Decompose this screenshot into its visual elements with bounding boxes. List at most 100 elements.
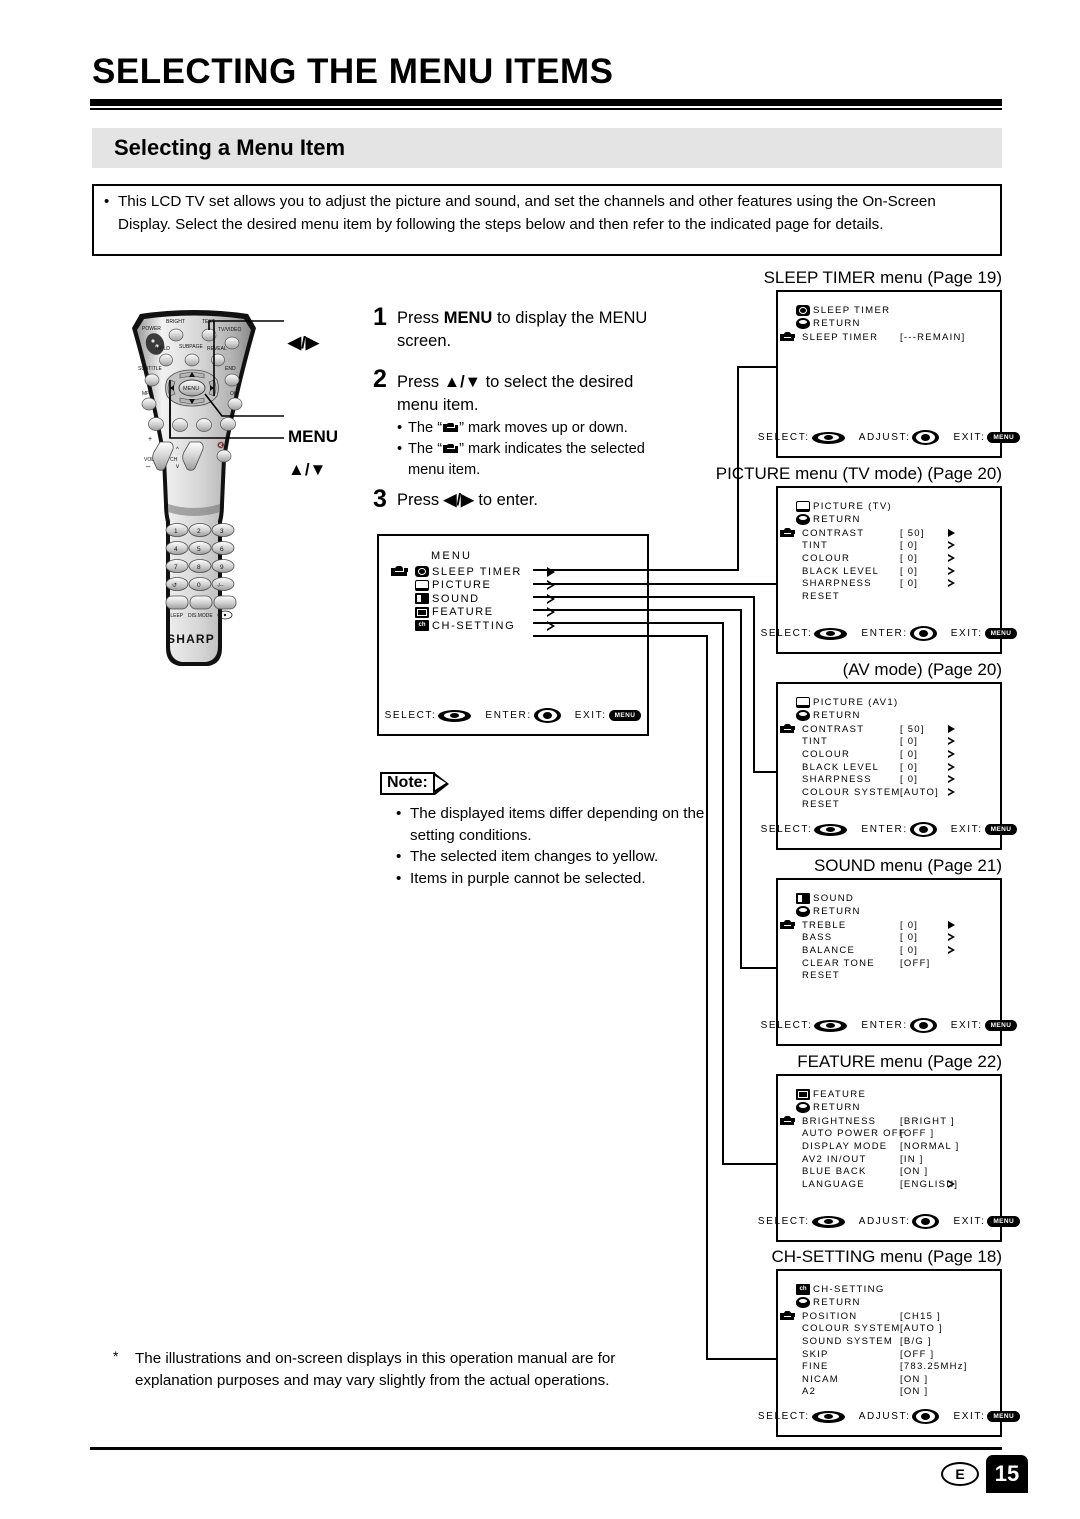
connector-feature-h1 [533,622,724,625]
menu-key-pill: MENU [608,710,642,721]
power-label: POWER [142,326,161,332]
osd-row-value: [ 0] [900,565,919,577]
exit-hint: EXIT: MENU [953,1411,1021,1422]
osd-title: PICTURE (AV1) [813,697,899,708]
arrow-cell [948,566,960,576]
function-button-3[interactable] [196,418,212,432]
osd-row-a2[interactable]: A2 [ON ] [780,1386,1000,1399]
sleep-label: SLEEP [167,613,184,619]
function-button-2[interactable] [172,418,188,432]
osd-row-value: [ENGLISH] [900,1178,959,1190]
osd-row-colour[interactable]: COLOUR [ 0] [780,748,1000,761]
menu-item-sound[interactable]: SOUND [391,592,647,606]
menu-item-sleep-timer[interactable]: SLEEP TIMER [391,565,647,579]
bullet: • [397,441,403,457]
osd-row-blue-back[interactable]: BLUE BACK [ON ] [780,1165,1000,1178]
osd-row-sharpness[interactable]: SHARPNESS [ 0] [780,577,1000,590]
connector-sleep-h2 [737,366,777,369]
osd-row-colour-system[interactable]: COLOUR SYSTEM [AUTO] [780,786,1000,799]
steps-list: 1 Press MENU to display the MENU screen.… [373,305,673,526]
osd-return-row[interactable]: RETURN [796,905,1000,918]
ok-button[interactable] [227,397,243,411]
function-button-4[interactable] [220,417,236,431]
osd-row-tint[interactable]: TINT [ 0] [780,540,1000,553]
osd-row-reset[interactable]: RESET [780,799,1000,812]
display-button[interactable] [213,595,237,610]
osd-row-colour-system[interactable]: COLOUR SYSTEM [AUTO ] [780,1323,1000,1336]
osd-row-sound-system[interactable]: SOUND SYSTEM [B/G ] [780,1335,1000,1348]
osd-row-skip[interactable]: SKIP [OFF ] [780,1348,1000,1361]
note-tag: Note: [380,772,449,795]
bullet: • [397,420,403,436]
osd-row-auto-power-off[interactable]: AUTO POWER OFF [OFF ] [780,1128,1000,1141]
osd-row-balance[interactable]: BALANCE [ 0] [780,944,1000,957]
osd-row-treble[interactable]: TREBLE [ 0] [780,919,1000,932]
dpad-horizontal-icon [814,1019,848,1032]
osd-return-label: RETURN [813,514,861,525]
mpx-button[interactable] [141,397,157,411]
osd-return-row[interactable]: RETURN [796,1296,1000,1309]
callout-up-down: ▲/▼ [288,460,327,479]
remote-control-illustration: POWER BRIGHT TEXT TV/VIDEO HOLD SUBPAGE … [104,308,284,688]
sleep-button[interactable] [165,595,189,610]
osd-row-language[interactable]: LANGUAGE [ENGLISH] [780,1178,1000,1191]
osd-row-contrast[interactable]: CONTRAST [ 50] [780,527,1000,540]
osd-row-position[interactable]: POSITION [CH15 ] [780,1310,1000,1323]
osd-row-sharpness[interactable]: SHARPNESS [ 0] [780,773,1000,786]
title-rule-thin [90,108,1002,110]
osd-row-reset[interactable]: RESET [780,590,1000,603]
mute-icon: 🔇 [217,441,225,449]
osd-row-bass[interactable]: BASS [ 0] [780,932,1000,945]
end-button[interactable] [224,373,240,387]
osd-row-name: RESET [802,590,840,602]
bullet: • [396,848,402,865]
osd-row-black-level[interactable]: BLACK LEVEL [ 0] [780,565,1000,578]
osd-row-display-mode[interactable]: DISPLAY MODE [NORMAL ] [780,1140,1000,1153]
osd-row-sleep-timer[interactable]: SLEEP TIMER [---REMAIN] [780,331,1000,344]
osd-return-row[interactable]: RETURN [796,709,1000,722]
connector-feature-v [722,622,725,1165]
connector-picture-av-v [753,596,756,773]
osd-row-reset[interactable]: RESET [780,969,1000,982]
dpad-horizontal-icon [814,627,848,640]
osd-row-brightness[interactable]: BRIGHTNESS [BRIGHT ] [780,1115,1000,1128]
subtitle-button[interactable] [144,373,160,387]
selection-hand-icon [780,724,802,734]
osd-header: FEATURE RETURN [796,1088,1000,1114]
subpage-button[interactable] [184,353,200,367]
svg-text:↺: ↺ [172,582,177,589]
menu-item-label: CH-SETTING [432,619,516,632]
list-item: • Items in purple cannot be selected. [396,868,710,890]
osd-row-colour[interactable]: COLOUR [ 0] [780,552,1000,565]
dpad-horizontal-icon [438,709,472,722]
osd-row-value: [ 50] [900,723,925,735]
tv-video-label: TV/VIDEO [218,327,241,333]
osd-row-value: [OFF ] [900,1128,935,1140]
mute-button[interactable] [216,449,232,463]
osd-row-av2-in-out[interactable]: AV2 IN/OUT [IN ] [780,1153,1000,1166]
hold-button[interactable] [159,353,173,367]
osd-row-contrast[interactable]: CONTRAST [ 50] [780,723,1000,736]
callout-menu: MENU [288,427,339,446]
dis-mode-button[interactable] [189,595,213,610]
bright-button[interactable] [168,328,184,342]
osd-return-row[interactable]: RETURN [796,1101,1000,1114]
subpage-label: SUBPAGE [179,344,203,350]
menu-item-feature[interactable]: FEATURE [391,606,647,620]
select-hint: SELECT: [761,627,848,640]
osd-row-fine[interactable]: FINE [783.25MHz] [780,1360,1000,1373]
osd-row-name: SHARPNESS [802,578,872,590]
ch-down-icon: v [176,464,179,470]
osd-return-row[interactable]: RETURN [796,513,1000,526]
osd-row-black-level[interactable]: BLACK LEVEL [ 0] [780,761,1000,774]
function-button-1[interactable] [148,417,164,431]
tv-video-button[interactable] [224,336,240,350]
reveal-label: REVEAL [207,346,227,352]
osd-return-row[interactable]: RETURN [796,317,1000,330]
osd-return-label: RETURN [813,710,861,721]
language-badge: E [941,1462,979,1486]
osd-row-clear-tone[interactable]: CLEAR TONE [OFF] [780,957,1000,970]
osd-row-nicam[interactable]: NICAM [ON ] [780,1373,1000,1386]
exit-hint: EXIT: MENU [951,1020,1018,1031]
osd-row-tint[interactable]: TINT [ 0] [780,736,1000,749]
